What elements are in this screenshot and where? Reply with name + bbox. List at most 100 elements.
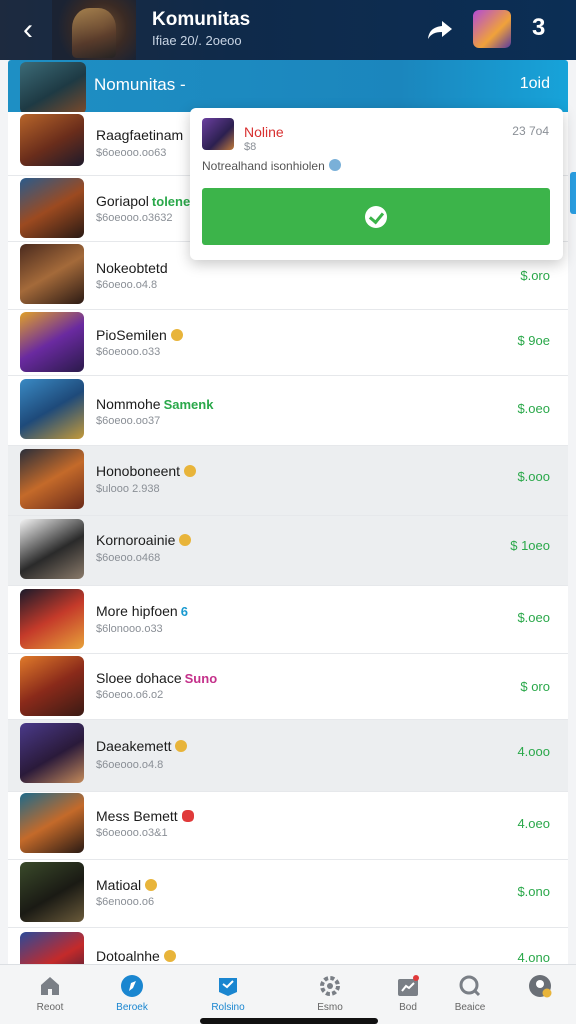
item-name: Nommohe <box>96 396 161 412</box>
scrollbar[interactable] <box>570 172 576 214</box>
item-subtitle: $6oeoo.oo37 <box>96 415 161 427</box>
share-icon <box>428 21 452 39</box>
item-name: Sloee dohace <box>96 670 182 686</box>
item-value: $.oeo <box>517 610 550 625</box>
nav-community[interactable]: Rolsino <box>192 965 264 1024</box>
item-value: $.ono <box>517 884 550 899</box>
item-subtitle: $6oeooo.o3632 <box>96 212 173 224</box>
nav-label: Rolsino <box>211 1002 245 1013</box>
popup-title: Noline <box>244 124 284 140</box>
game-thumbnail <box>20 519 84 579</box>
item-subtitle: $6oeooo.o3&1 <box>96 827 168 839</box>
popup-number: 23 7o4 <box>512 124 549 138</box>
home-indicator <box>200 1018 378 1024</box>
user-avatar[interactable] <box>473 10 511 48</box>
list-item[interactable]: Sloee dohace Suno $6oeoo.o6.o2 $ oro <box>8 654 568 720</box>
item-value: $ oro <box>520 679 550 694</box>
gear-icon <box>320 976 340 996</box>
section-label: Nomunitas - <box>94 75 186 94</box>
item-subtitle: $6enooo.o6 <box>96 896 155 908</box>
page-subtitle: Ifiae 20/. 2oeoo <box>152 33 242 48</box>
game-thumbnail <box>20 178 84 238</box>
share-button[interactable] <box>424 14 456 46</box>
game-thumbnail <box>20 793 84 853</box>
confirm-button[interactable] <box>202 188 550 245</box>
nav-home[interactable]: Reoot <box>14 965 86 1024</box>
item-name: Mess Bemett <box>96 808 178 824</box>
nav-label: Reoot <box>36 1002 64 1013</box>
section-total: 1oid <box>519 75 550 92</box>
checkmark-icon <box>365 205 387 228</box>
item-name: Goriapol <box>96 193 149 209</box>
item-name: Daeakemett <box>96 738 172 754</box>
back-button[interactable]: ‹ <box>14 13 42 46</box>
coin-icon <box>179 534 192 546</box>
game-thumbnail <box>20 379 84 439</box>
game-thumbnail <box>20 656 84 716</box>
list-item[interactable]: More hipfoen 6 $6lonooo.o33 $.oeo <box>8 586 568 654</box>
home-icon <box>41 977 59 995</box>
nav-profile[interactable] <box>504 965 576 1024</box>
item-tag: Samenk <box>163 397 214 412</box>
nav-label: Esmo <box>317 1002 343 1013</box>
item-value: $.oro <box>520 268 550 283</box>
chart-icon <box>398 975 419 996</box>
item-name: Nokeobtetd <box>96 260 168 276</box>
item-tag: 6 <box>180 604 188 619</box>
list-item[interactable]: Honoboneent $ulooo 2.938 $.ooo <box>8 446 568 516</box>
coin-icon <box>184 465 197 477</box>
item-name: Kornoroainie <box>96 532 176 548</box>
popup-subtitle: $8 <box>244 141 257 153</box>
item-value: $ 9oe <box>517 333 550 348</box>
notification-popup: Noline $8 23 7o4 Notrealhand isonhiolen <box>190 108 563 260</box>
nav-label: Beaice <box>454 1002 486 1013</box>
game-thumbnail <box>20 449 84 509</box>
item-value: $ 1oeo <box>510 538 550 553</box>
popup-description: Notrealhand isonhiolen <box>202 159 325 173</box>
nav-explore[interactable]: Beroek <box>96 965 168 1024</box>
list-item[interactable]: Nommohe Samenk $6oeoo.oo37 $.oeo <box>8 376 568 446</box>
item-value: $.oeo <box>517 401 550 416</box>
coin-icon <box>163 950 176 962</box>
coin-icon <box>145 879 158 891</box>
flag-icon <box>219 978 237 996</box>
item-name: Matioal <box>96 877 142 893</box>
bottom-nav: Reoot Beroek Rolsino Esmo Bod Beaice <box>0 964 576 1024</box>
section-thumbnail <box>20 62 86 114</box>
nav-settings[interactable]: Esmo <box>294 965 366 1024</box>
header-count: 3 <box>532 14 546 41</box>
chevron-left-icon: ‹ <box>23 13 33 46</box>
app-window: ‹ Komunitas Ifiae 20/. 2oeoo 3 Nomunitas… <box>0 0 576 1024</box>
list-item[interactable]: Matioal $6enooo.o6 $.ono <box>8 860 568 928</box>
item-name: More hipfoen <box>96 603 178 619</box>
section-header: Nomunitas - 1oid <box>8 60 568 114</box>
nav-search[interactable]: Beaice <box>434 965 506 1024</box>
item-tag: Suno <box>184 671 218 686</box>
profile-icon <box>529 975 552 998</box>
item-value: $.ooo <box>517 469 550 484</box>
item-name: Raagfaetinam <box>96 127 184 143</box>
page-title: Komunitas <box>152 9 251 30</box>
game-thumbnail <box>20 723 84 783</box>
item-name: Dotoalnhe <box>96 948 160 964</box>
list-item[interactable]: Mess Bemett $6oeooo.o3&1 4.oeo <box>8 792 568 860</box>
item-tag: tolene <box>151 194 191 209</box>
top-bar: ‹ Komunitas Ifiae 20/. 2oeoo 3 <box>0 0 576 60</box>
game-thumbnail <box>20 244 84 304</box>
header-hero-image <box>52 0 136 60</box>
list-item[interactable]: PioSemilen $6oeooo.o33 $ 9oe <box>8 310 568 376</box>
popup-game-icon <box>202 118 234 150</box>
info-icon <box>328 159 341 171</box>
game-thumbnail <box>20 114 84 166</box>
search-icon <box>459 975 481 997</box>
item-subtitle: $6oeoo.o4.8 <box>96 279 158 291</box>
game-thumbnail <box>20 862 84 922</box>
item-value: 4.ono <box>517 950 550 964</box>
item-name: Honoboneent <box>96 463 181 479</box>
item-subtitle: $6oeoo.o468 <box>96 552 161 564</box>
item-subtitle: $ulooo 2.938 <box>96 483 160 495</box>
list-item[interactable]: Dotoalnhe 4.ono <box>8 928 568 964</box>
list-item[interactable]: Daeakemett $6oeooo.o4.8 4.ooo <box>8 720 568 792</box>
list-item[interactable]: Kornoroainie $6oeoo.o468 $ 1oeo <box>8 516 568 586</box>
coin-icon <box>175 740 188 752</box>
